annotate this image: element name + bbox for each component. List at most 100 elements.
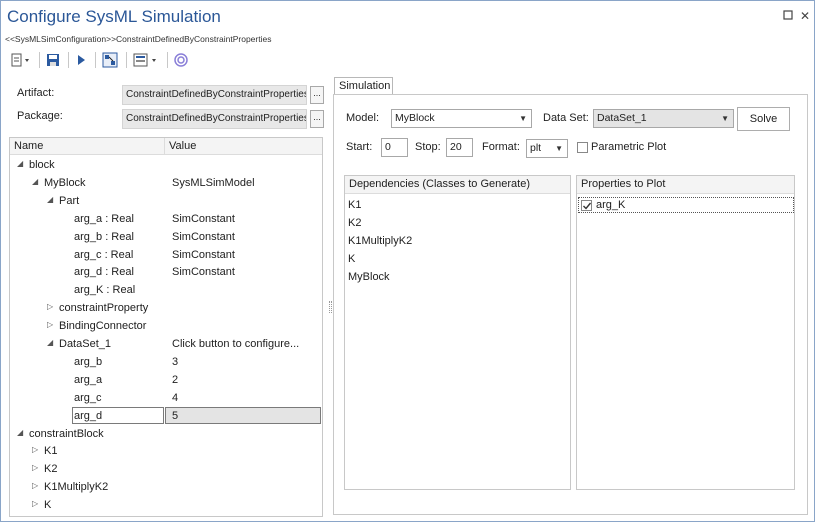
- properties-list: Properties to Plot arg_K: [576, 175, 795, 490]
- row-name: arg_a: [74, 373, 103, 386]
- table-row[interactable]: ▷ K: [10, 496, 322, 514]
- table-row[interactable]: ◢ MyBlock SysMLSimModel: [10, 174, 322, 192]
- maximize-icon[interactable]: [781, 9, 795, 23]
- row-value[interactable]: SimConstant: [172, 249, 235, 261]
- row-name: K: [44, 499, 52, 512]
- solve-button[interactable]: Solve: [737, 107, 790, 131]
- collapse-arrow-icon[interactable]: ◢: [17, 159, 23, 168]
- toolbar-separator: [167, 52, 168, 68]
- table-row[interactable]: arg_b : Real SimConstant: [10, 228, 322, 246]
- collapse-arrow-icon[interactable]: ◢: [47, 338, 53, 347]
- table-row[interactable]: ◢ constraintBlock: [10, 425, 322, 443]
- list-item[interactable]: K1MultiplyK2: [348, 235, 412, 247]
- row-name: K1: [44, 445, 58, 458]
- row-name: arg_K : Real: [74, 284, 136, 297]
- table-row[interactable]: arg_b 3: [10, 353, 322, 371]
- expand-arrow-icon[interactable]: ▷: [47, 302, 53, 311]
- table-row[interactable]: arg_c : Real SimConstant: [10, 246, 322, 264]
- row-value[interactable]: 2: [172, 374, 178, 386]
- row-value[interactable]: 4: [172, 392, 178, 404]
- model-select[interactable]: MyBlock ▼: [391, 109, 532, 128]
- row-name: Part: [59, 194, 80, 207]
- start-label: Start:: [346, 141, 373, 153]
- row-value[interactable]: SimConstant: [172, 213, 235, 225]
- artifact-field[interactable]: ConstraintDefinedByConstraintProperties: [122, 85, 307, 105]
- chevron-down-icon: ▼: [555, 144, 563, 153]
- row-value[interactable]: SimConstant: [172, 231, 235, 243]
- list-item[interactable]: K2: [348, 217, 361, 229]
- format-select[interactable]: plt ▼: [526, 139, 568, 158]
- table-row[interactable]: ◢ block: [10, 156, 322, 174]
- list-item[interactable]: MyBlock: [348, 271, 390, 283]
- row-value[interactable]: SysMLSimModel: [172, 177, 255, 189]
- collapse-arrow-icon[interactable]: ◢: [47, 195, 53, 204]
- format-label: Format:: [482, 141, 520, 153]
- table-row[interactable]: arg_a 2: [10, 371, 322, 389]
- row-value[interactable]: 3: [172, 356, 178, 368]
- package-browse-button[interactable]: ...: [310, 110, 324, 128]
- expand-arrow-icon[interactable]: ▷: [32, 499, 38, 508]
- table-row[interactable]: arg_c 4: [10, 389, 322, 407]
- table-row[interactable]: ▷ K2: [10, 460, 322, 478]
- expand-arrow-icon[interactable]: ▷: [32, 445, 38, 454]
- list-item[interactable]: K: [348, 253, 355, 265]
- collapse-arrow-icon[interactable]: ◢: [32, 177, 38, 186]
- plot-checkbox[interactable]: [581, 200, 592, 211]
- row-value[interactable]: SimConstant: [172, 266, 235, 278]
- table-row[interactable]: arg_a : Real SimConstant: [10, 210, 322, 228]
- expand-arrow-icon[interactable]: ▷: [32, 481, 38, 490]
- table-row[interactable]: ◢ Part: [10, 192, 322, 210]
- selected-value-cell[interactable]: [165, 406, 321, 424]
- model-label: Model:: [346, 112, 380, 124]
- pane-splitter[interactable]: [329, 301, 332, 313]
- row-value[interactable]: 5: [172, 410, 178, 422]
- table-row[interactable]: arg_K : Real: [10, 281, 322, 299]
- list-item[interactable]: arg_K: [578, 197, 794, 213]
- table-row[interactable]: ▷ BindingConnector: [10, 317, 322, 335]
- property-grid: Name Value ◢ block ◢ MyBlock SysMLSimModel ◢ P…: [9, 137, 323, 517]
- list-item[interactable]: K1: [348, 199, 361, 211]
- stop-input[interactable]: 20: [446, 138, 473, 157]
- simulation-panel: Model: MyBlock ▼ Data Set: DataSet_1 ▼ S…: [333, 94, 808, 515]
- package-label: Package:: [17, 110, 63, 122]
- target-icon[interactable]: [174, 51, 188, 69]
- row-name: MyBlock: [44, 176, 86, 189]
- table-row[interactable]: arg_d 5: [10, 406, 322, 425]
- column-divider[interactable]: [164, 138, 165, 155]
- expand-arrow-icon[interactable]: ▷: [47, 320, 53, 329]
- expand-arrow-icon[interactable]: ▷: [32, 463, 38, 472]
- dataset-label: Data Set:: [543, 112, 589, 124]
- stop-label: Stop:: [415, 141, 441, 153]
- save-icon[interactable]: [46, 51, 60, 69]
- row-value[interactable]: Click button to configure...: [172, 338, 299, 350]
- collapse-arrow-icon[interactable]: ◢: [17, 428, 23, 437]
- row-name: arg_b : Real: [74, 230, 134, 243]
- artifact-browse-button[interactable]: ...: [310, 86, 324, 104]
- column-header-value[interactable]: Value: [169, 140, 196, 152]
- dataset-select[interactable]: DataSet_1 ▼: [593, 109, 734, 128]
- plot-item-label: arg_K: [596, 199, 626, 211]
- row-name: DataSet_1: [59, 338, 111, 350]
- table-row[interactable]: ▷ constraintProperty: [10, 299, 322, 317]
- toolbar-separator: [68, 52, 69, 68]
- new-document-dropdown-icon[interactable]: [11, 51, 31, 69]
- parametric-plot-checkbox[interactable]: [577, 142, 588, 153]
- play-icon[interactable]: [75, 51, 87, 69]
- column-header-name[interactable]: Name: [14, 140, 43, 152]
- table-row[interactable]: ▷ K1: [10, 442, 322, 460]
- close-icon[interactable]: ✕: [798, 9, 812, 23]
- artifact-label: Artifact:: [17, 87, 55, 99]
- tab-simulation[interactable]: Simulation: [334, 77, 393, 95]
- table-row[interactable]: ◢ DataSet_1 Click button to configure...: [10, 335, 322, 353]
- export-dropdown-icon[interactable]: [133, 51, 159, 69]
- dependencies-list: Dependencies (Classes to Generate) K1 K2 K…: [344, 175, 571, 490]
- configure-icon[interactable]: [102, 51, 118, 69]
- window-subtitle: <<SysMLSimConfiguration>>ConstraintDefin…: [5, 34, 272, 44]
- start-input[interactable]: 0: [381, 138, 408, 157]
- row-name: arg_d: [74, 409, 103, 422]
- table-row[interactable]: ▷ K1MultiplyK2: [10, 478, 322, 496]
- row-name: BindingConnector: [59, 320, 147, 333]
- row-name: arg_a : Real: [74, 212, 134, 225]
- package-field[interactable]: ConstraintDefinedByConstraintProperties: [122, 109, 307, 129]
- table-row[interactable]: arg_d : Real SimConstant: [10, 263, 322, 281]
